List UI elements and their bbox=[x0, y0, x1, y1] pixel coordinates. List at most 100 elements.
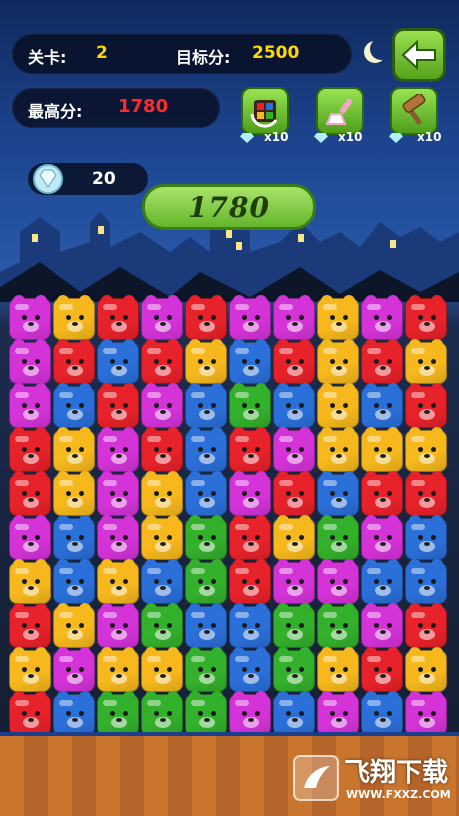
yellow-bear-tile[interactable] bbox=[405, 339, 447, 384]
purple-bear-tile[interactable] bbox=[141, 383, 183, 428]
red-bear-tile[interactable] bbox=[53, 339, 95, 384]
green-bear-tile[interactable] bbox=[97, 691, 139, 736]
blue-bear-tile[interactable] bbox=[361, 691, 403, 736]
red-bear-tile[interactable] bbox=[9, 427, 51, 472]
blue-bear-tile[interactable] bbox=[405, 515, 447, 560]
red-bear-tile[interactable] bbox=[185, 295, 227, 340]
blue-bear-tile[interactable] bbox=[229, 647, 271, 692]
purple-bear-tile[interactable] bbox=[229, 295, 271, 340]
yellow-bear-tile[interactable] bbox=[317, 339, 359, 384]
purple-bear-tile[interactable] bbox=[53, 647, 95, 692]
green-bear-tile[interactable] bbox=[185, 559, 227, 604]
blue-bear-tile[interactable] bbox=[405, 559, 447, 604]
red-bear-tile[interactable] bbox=[361, 339, 403, 384]
yellow-bear-tile[interactable] bbox=[317, 647, 359, 692]
blue-bear-tile[interactable] bbox=[53, 691, 95, 736]
purple-bear-tile[interactable] bbox=[9, 339, 51, 384]
yellow-bear-tile[interactable] bbox=[317, 383, 359, 428]
blue-bear-tile[interactable] bbox=[97, 339, 139, 384]
blue-bear-tile[interactable] bbox=[317, 471, 359, 516]
blue-bear-tile[interactable] bbox=[53, 383, 95, 428]
purple-bear-tile[interactable] bbox=[361, 603, 403, 648]
yellow-bear-tile[interactable] bbox=[361, 427, 403, 472]
yellow-bear-tile[interactable] bbox=[141, 515, 183, 560]
red-bear-tile[interactable] bbox=[405, 471, 447, 516]
purple-bear-tile[interactable] bbox=[405, 691, 447, 736]
back-button[interactable] bbox=[392, 28, 446, 82]
purple-bear-tile[interactable] bbox=[361, 515, 403, 560]
green-bear-tile[interactable] bbox=[317, 603, 359, 648]
blue-bear-tile[interactable] bbox=[185, 603, 227, 648]
red-bear-tile[interactable] bbox=[229, 515, 271, 560]
blue-bear-tile[interactable] bbox=[361, 383, 403, 428]
blue-bear-tile[interactable] bbox=[185, 427, 227, 472]
yellow-bear-tile[interactable] bbox=[141, 471, 183, 516]
yellow-bear-tile[interactable] bbox=[317, 295, 359, 340]
purple-bear-tile[interactable] bbox=[273, 427, 315, 472]
yellow-bear-tile[interactable] bbox=[53, 427, 95, 472]
blue-bear-tile[interactable] bbox=[273, 691, 315, 736]
red-bear-tile[interactable] bbox=[97, 295, 139, 340]
purple-bear-tile[interactable] bbox=[361, 295, 403, 340]
brush-tool-button[interactable] bbox=[316, 87, 364, 135]
green-bear-tile[interactable] bbox=[229, 383, 271, 428]
yellow-bear-tile[interactable] bbox=[53, 603, 95, 648]
blue-bear-tile[interactable] bbox=[53, 515, 95, 560]
green-bear-tile[interactable] bbox=[185, 515, 227, 560]
yellow-bear-tile[interactable] bbox=[97, 559, 139, 604]
blue-bear-tile[interactable] bbox=[361, 559, 403, 604]
blue-bear-tile[interactable] bbox=[229, 339, 271, 384]
hammer-tool-button[interactable] bbox=[390, 87, 438, 135]
red-bear-tile[interactable] bbox=[273, 339, 315, 384]
purple-bear-tile[interactable] bbox=[229, 691, 271, 736]
red-bear-tile[interactable] bbox=[9, 603, 51, 648]
blue-bear-tile[interactable] bbox=[185, 471, 227, 516]
blue-bear-tile[interactable] bbox=[53, 559, 95, 604]
green-bear-tile[interactable] bbox=[185, 691, 227, 736]
yellow-bear-tile[interactable] bbox=[185, 339, 227, 384]
purple-bear-tile[interactable] bbox=[273, 559, 315, 604]
yellow-bear-tile[interactable] bbox=[405, 427, 447, 472]
purple-bear-tile[interactable] bbox=[97, 603, 139, 648]
red-bear-tile[interactable] bbox=[97, 383, 139, 428]
green-bear-tile[interactable] bbox=[317, 515, 359, 560]
red-bear-tile[interactable] bbox=[229, 559, 271, 604]
purple-bear-tile[interactable] bbox=[9, 515, 51, 560]
green-bear-tile[interactable] bbox=[141, 603, 183, 648]
yellow-bear-tile[interactable] bbox=[53, 295, 95, 340]
purple-bear-tile[interactable] bbox=[317, 559, 359, 604]
purple-bear-tile[interactable] bbox=[97, 471, 139, 516]
yellow-bear-tile[interactable] bbox=[317, 427, 359, 472]
red-bear-tile[interactable] bbox=[141, 427, 183, 472]
red-bear-tile[interactable] bbox=[9, 691, 51, 736]
green-bear-tile[interactable] bbox=[185, 647, 227, 692]
yellow-bear-tile[interactable] bbox=[273, 515, 315, 560]
red-bear-tile[interactable] bbox=[405, 295, 447, 340]
green-bear-tile[interactable] bbox=[273, 603, 315, 648]
red-bear-tile[interactable] bbox=[361, 647, 403, 692]
purple-bear-tile[interactable] bbox=[229, 471, 271, 516]
green-bear-tile[interactable] bbox=[273, 647, 315, 692]
yellow-bear-tile[interactable] bbox=[141, 647, 183, 692]
yellow-bear-tile[interactable] bbox=[9, 647, 51, 692]
purple-bear-tile[interactable] bbox=[141, 295, 183, 340]
red-bear-tile[interactable] bbox=[229, 427, 271, 472]
blue-bear-tile[interactable] bbox=[273, 383, 315, 428]
blue-bear-tile[interactable] bbox=[185, 383, 227, 428]
blue-bear-tile[interactable] bbox=[141, 559, 183, 604]
purple-bear-tile[interactable] bbox=[9, 295, 51, 340]
green-bear-tile[interactable] bbox=[141, 691, 183, 736]
purple-bear-tile[interactable] bbox=[9, 383, 51, 428]
yellow-bear-tile[interactable] bbox=[9, 559, 51, 604]
red-bear-tile[interactable] bbox=[273, 471, 315, 516]
red-bear-tile[interactable] bbox=[9, 471, 51, 516]
purple-bear-tile[interactable] bbox=[97, 427, 139, 472]
red-bear-tile[interactable] bbox=[361, 471, 403, 516]
yellow-bear-tile[interactable] bbox=[53, 471, 95, 516]
purple-bear-tile[interactable] bbox=[273, 295, 315, 340]
yellow-bear-tile[interactable] bbox=[97, 647, 139, 692]
purple-bear-tile[interactable] bbox=[97, 515, 139, 560]
refresh-tool-button[interactable] bbox=[241, 87, 289, 135]
yellow-bear-tile[interactable] bbox=[405, 647, 447, 692]
blue-bear-tile[interactable] bbox=[229, 603, 271, 648]
